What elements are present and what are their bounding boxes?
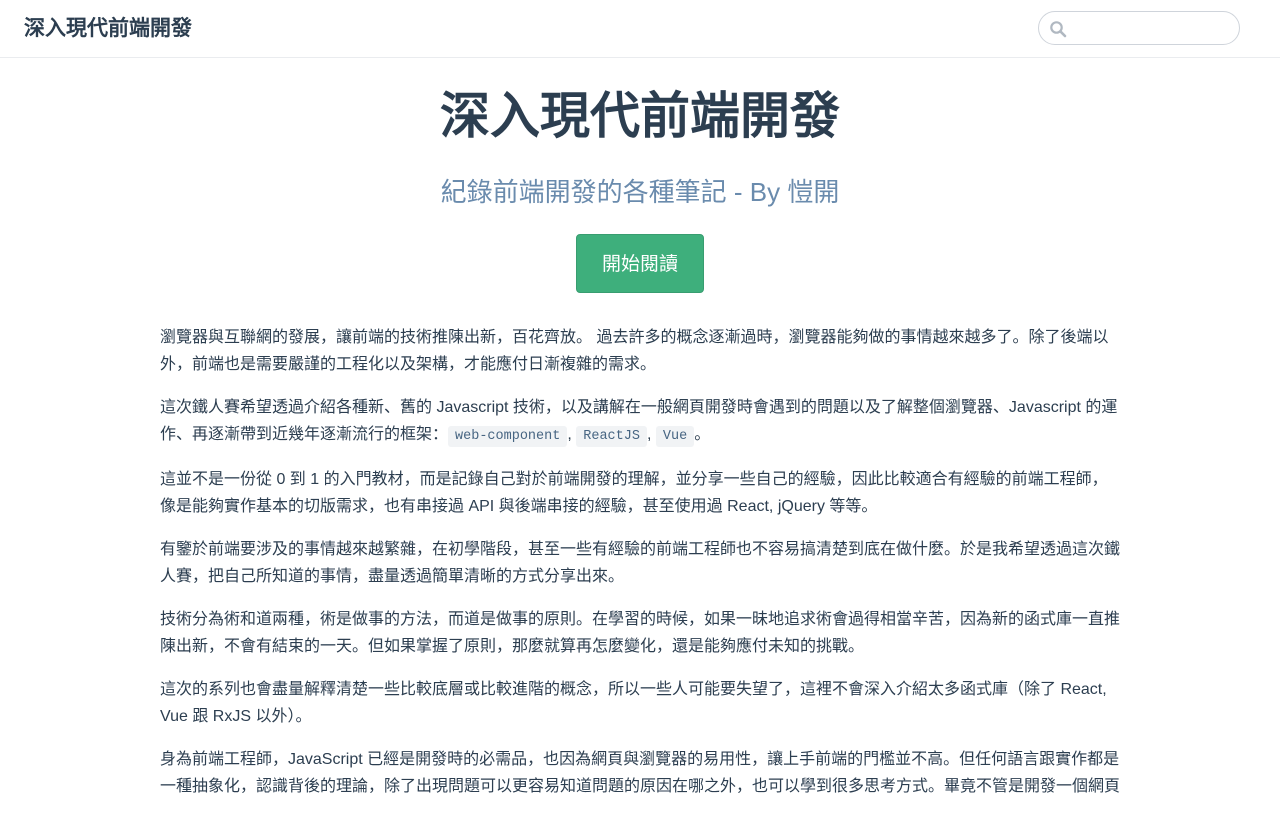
start-reading-button[interactable]: 開始閱讀 xyxy=(576,234,704,293)
navbar: 深入現代前端開發 xyxy=(0,0,1280,58)
separator: , xyxy=(646,426,652,443)
intro-paragraph-1: 瀏覽器與互聯網的發展，讓前端的技術推陳出新，百花齊放。 過去許多的概念逐漸過時，… xyxy=(160,329,1109,373)
intro-paragraph-2: 這次鐵人賽希望透過介紹各種新、舊的 Javascript 技術，以及講解在一般網… xyxy=(160,394,1122,450)
intro-paragraph-6: 這次的系列也會盡量解釋清楚一些比較底層或比較進階的概念，所以一些人可能要失望了，… xyxy=(160,681,1107,725)
search-icon xyxy=(1050,21,1067,38)
intro-paragraph-7: 身為前端工程師，JavaScript 已經是開發時的必需品，也因為網頁與瀏覽器的… xyxy=(160,751,1121,795)
intro-paragraph-4: 有鑒於前端要涉及的事情越來越繁雜，在初學階段，甚至一些有經驗的前端工程師也不容易… xyxy=(160,541,1121,585)
hero: 深入現代前端開發 紀錄前端開發的各種筆記 - By 愷開 開始閱讀 xyxy=(0,58,1280,293)
site-name-link[interactable]: 深入現代前端開發 xyxy=(24,14,192,44)
code-vue: Vue xyxy=(655,426,695,447)
hero-description: 紀錄前端開發的各種筆記 - By 愷開 xyxy=(440,177,840,207)
sentence-end: 。 xyxy=(694,426,711,443)
intro-paragraph-3: 這並不是一份從 0 到 1 的入門教材，而是記錄自己對於前端開發的理解，並分享一… xyxy=(160,471,1108,515)
code-reactjs: ReactJS xyxy=(576,426,647,447)
intro-content: 瀏覽器與互聯網的發展，讓前端的技術推陳出新，百花齊放。 過去許多的概念逐漸過時，… xyxy=(160,324,1122,816)
hero-title: 深入現代前端開發 xyxy=(440,88,840,144)
search-input[interactable] xyxy=(1069,14,1233,42)
search-box[interactable] xyxy=(1038,11,1240,45)
separator: , xyxy=(567,426,572,443)
code-web-component: web-component xyxy=(448,426,568,447)
intro-paragraph-5: 技術分為術和道兩種，術是做事的方法，而道是做事的原則。在學習的時候，如果一昧地追… xyxy=(160,611,1121,655)
